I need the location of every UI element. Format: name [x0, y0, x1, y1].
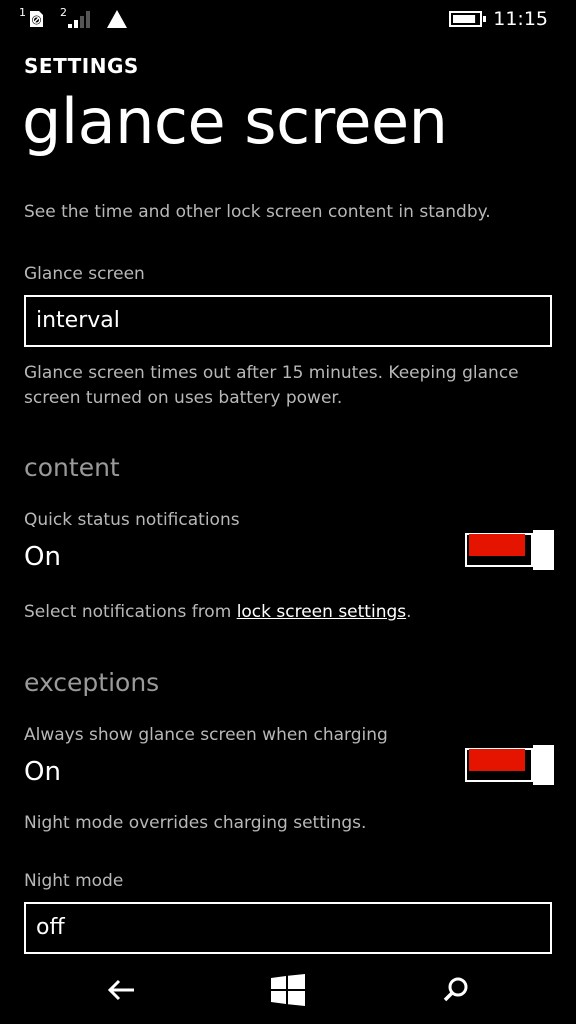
night-mode-override-note: Night mode overrides charging settings. — [24, 813, 367, 833]
status-bar: 1 2 11:15 — [0, 0, 576, 40]
search-icon — [442, 976, 470, 1008]
toggle-fill — [469, 749, 525, 771]
navigation-bar — [0, 960, 576, 1024]
night-mode-select[interactable]: off — [24, 902, 552, 954]
quick-status-label: Quick status notifications — [24, 510, 240, 530]
page-title: glance screen — [22, 85, 448, 158]
glance-screen-label: Glance screen — [24, 264, 145, 284]
notifications-note-suffix: . — [406, 602, 412, 622]
charging-value: On — [24, 757, 61, 787]
search-button[interactable] — [424, 960, 488, 1024]
back-arrow-icon — [107, 978, 137, 1006]
quick-status-value: On — [24, 542, 61, 572]
clock-time: 11:15 — [493, 8, 548, 30]
glance-screen-note: Glance screen times out after 15 minutes… — [24, 363, 519, 408]
content-section-header: content — [24, 453, 120, 482]
toggle-thumb[interactable] — [533, 530, 554, 570]
glance-screen-select[interactable]: interval — [24, 295, 552, 347]
settings-section-label: SETTINGS — [24, 54, 139, 78]
battery-icon — [449, 11, 489, 27]
notifications-note: Select notifications from lock screen se… — [24, 600, 554, 625]
quick-status-toggle[interactable] — [465, 530, 554, 570]
back-button[interactable] — [90, 960, 154, 1024]
notifications-note-prefix: Select notifications from — [24, 602, 237, 622]
signal-icon — [67, 9, 95, 29]
toggle-fill — [469, 534, 525, 556]
charging-label: Always show glance screen when charging — [24, 725, 388, 745]
sim2-marker: 2 — [60, 6, 67, 19]
toggle-thumb[interactable] — [533, 745, 554, 785]
exceptions-section-header: exceptions — [24, 668, 160, 697]
lock-screen-settings-link[interactable]: lock screen settings — [237, 602, 406, 622]
intro-text: See the time and other lock screen conte… — [24, 202, 491, 222]
night-mode-label: Night mode — [24, 871, 124, 891]
sim1-marker: 1 — [19, 6, 26, 19]
triangle-signal-icon — [106, 9, 128, 29]
windows-logo-icon — [271, 974, 305, 1010]
no-sim-icon — [26, 9, 46, 29]
start-button[interactable] — [256, 960, 320, 1024]
charging-toggle[interactable] — [465, 745, 554, 785]
